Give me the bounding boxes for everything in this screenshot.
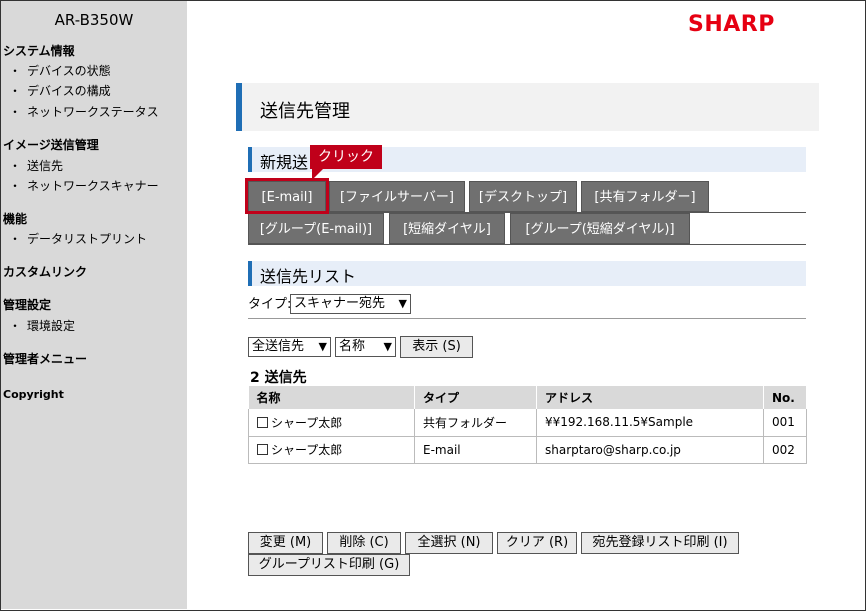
- row-name-cell[interactable]: シャープ太郎: [248, 409, 415, 437]
- sidebar-item-device-config[interactable]: ・デバイスの構成: [9, 82, 111, 99]
- select-all-button[interactable]: 全選択 (N): [405, 532, 493, 554]
- sharp-logo: SHARP: [688, 12, 775, 37]
- row-type-cell: 共有フォルダー: [414, 409, 537, 437]
- print-group-list-button[interactable]: グループリスト印刷 (G): [248, 554, 410, 576]
- tab-row2-divider: [248, 244, 806, 245]
- sidebar-section-custom-link[interactable]: カスタムリンク: [3, 263, 87, 280]
- chevron-down-icon: ▼: [318, 340, 327, 353]
- tab-file-server[interactable]: [ファイルサーバー]: [329, 181, 465, 212]
- callout-arrow: [312, 168, 324, 180]
- tab-speed-dial[interactable]: [短縮ダイヤル]: [389, 213, 505, 244]
- click-callout: クリック: [310, 145, 382, 169]
- table-row: シャープ太郎 E-mail sharptaro@sharp.co.jp 002: [248, 436, 807, 464]
- sidebar-section-image-send[interactable]: イメージ送信管理: [3, 136, 99, 153]
- destination-count: 2 送信先: [250, 370, 307, 386]
- sidebar-section-functions[interactable]: 機能: [3, 210, 27, 227]
- column-header-no[interactable]: No.: [763, 386, 807, 409]
- column-header-name[interactable]: 名称: [248, 386, 415, 409]
- print-list-button[interactable]: 宛先登録リスト印刷 (I): [581, 532, 739, 554]
- tab-group-email[interactable]: [グループ(E-mail)]: [248, 213, 384, 244]
- tab-group-speed-dial[interactable]: [グループ(短縮ダイヤル)]: [510, 213, 690, 244]
- column-header-type[interactable]: タイプ: [414, 386, 537, 409]
- destination-table: 名称 タイプ アドレス No. シャープ太郎 共有フォルダー ¥¥192.168…: [248, 386, 807, 464]
- divider: [248, 318, 806, 319]
- tab-shared-folder[interactable]: [共有フォルダー]: [581, 181, 709, 212]
- row-checkbox[interactable]: [257, 416, 268, 428]
- row-no-cell: 002: [763, 436, 807, 464]
- sidebar-item-network-scanner[interactable]: ・ネットワークスキャナー: [9, 177, 159, 194]
- tab-desktop[interactable]: [デスクトップ]: [469, 181, 577, 212]
- sort-select[interactable]: 名称 ▼: [335, 337, 396, 357]
- column-header-address[interactable]: アドレス: [536, 386, 764, 409]
- sidebar-item-network-status[interactable]: ・ネットワークステータス: [9, 103, 159, 120]
- sidebar-item-environment-settings[interactable]: ・環境設定: [9, 317, 75, 334]
- chevron-down-icon: ▼: [398, 297, 407, 310]
- sidebar-item-destination[interactable]: ・送信先: [9, 157, 63, 174]
- sidebar-section-system-info[interactable]: システム情報: [3, 42, 75, 59]
- page-title: 送信先管理: [260, 101, 350, 122]
- page-title-box: 送信先管理: [236, 83, 819, 131]
- row-address-cell: sharptaro@sharp.co.jp: [536, 436, 764, 464]
- row-address-cell: ¥¥192.168.11.5¥Sample: [536, 409, 764, 437]
- delete-button[interactable]: 削除 (C): [327, 532, 401, 554]
- type-select[interactable]: スキャナー宛先 ▼: [290, 294, 411, 314]
- row-name-cell[interactable]: シャープ太郎: [248, 436, 415, 464]
- row-type-cell: E-mail: [414, 436, 537, 464]
- sidebar-section-admin-settings[interactable]: 管理設定: [3, 296, 51, 313]
- row-no-cell: 001: [763, 409, 807, 437]
- row-checkbox[interactable]: [257, 444, 268, 455]
- sidebar-section-admin-menu[interactable]: 管理者メニュー: [3, 350, 87, 367]
- chevron-down-icon: ▼: [383, 340, 392, 353]
- sidebar-copyright[interactable]: Copyright: [3, 388, 64, 401]
- sidebar: AR-B350W システム情報 ・デバイスの状態 ・デバイスの構成 ・ネットワー…: [1, 1, 187, 609]
- table-row: シャープ太郎 共有フォルダー ¥¥192.168.11.5¥Sample 001: [248, 409, 807, 437]
- change-button[interactable]: 変更 (M): [248, 532, 323, 554]
- sidebar-item-device-status[interactable]: ・デバイスの状態: [9, 62, 111, 79]
- destination-list-heading: 送信先リスト: [248, 261, 806, 286]
- type-label: タイプ:: [248, 297, 292, 312]
- model-name: AR-B350W: [54, 11, 134, 29]
- show-button[interactable]: 表示 (S): [400, 336, 473, 358]
- clear-button[interactable]: クリア (R): [497, 532, 577, 554]
- sidebar-item-data-list-print[interactable]: ・データリストプリント: [9, 230, 147, 247]
- table-header-row: 名称 タイプ アドレス No.: [248, 386, 807, 409]
- email-tab-highlight: [245, 178, 329, 214]
- filter-select[interactable]: 全送信先 ▼: [248, 337, 331, 357]
